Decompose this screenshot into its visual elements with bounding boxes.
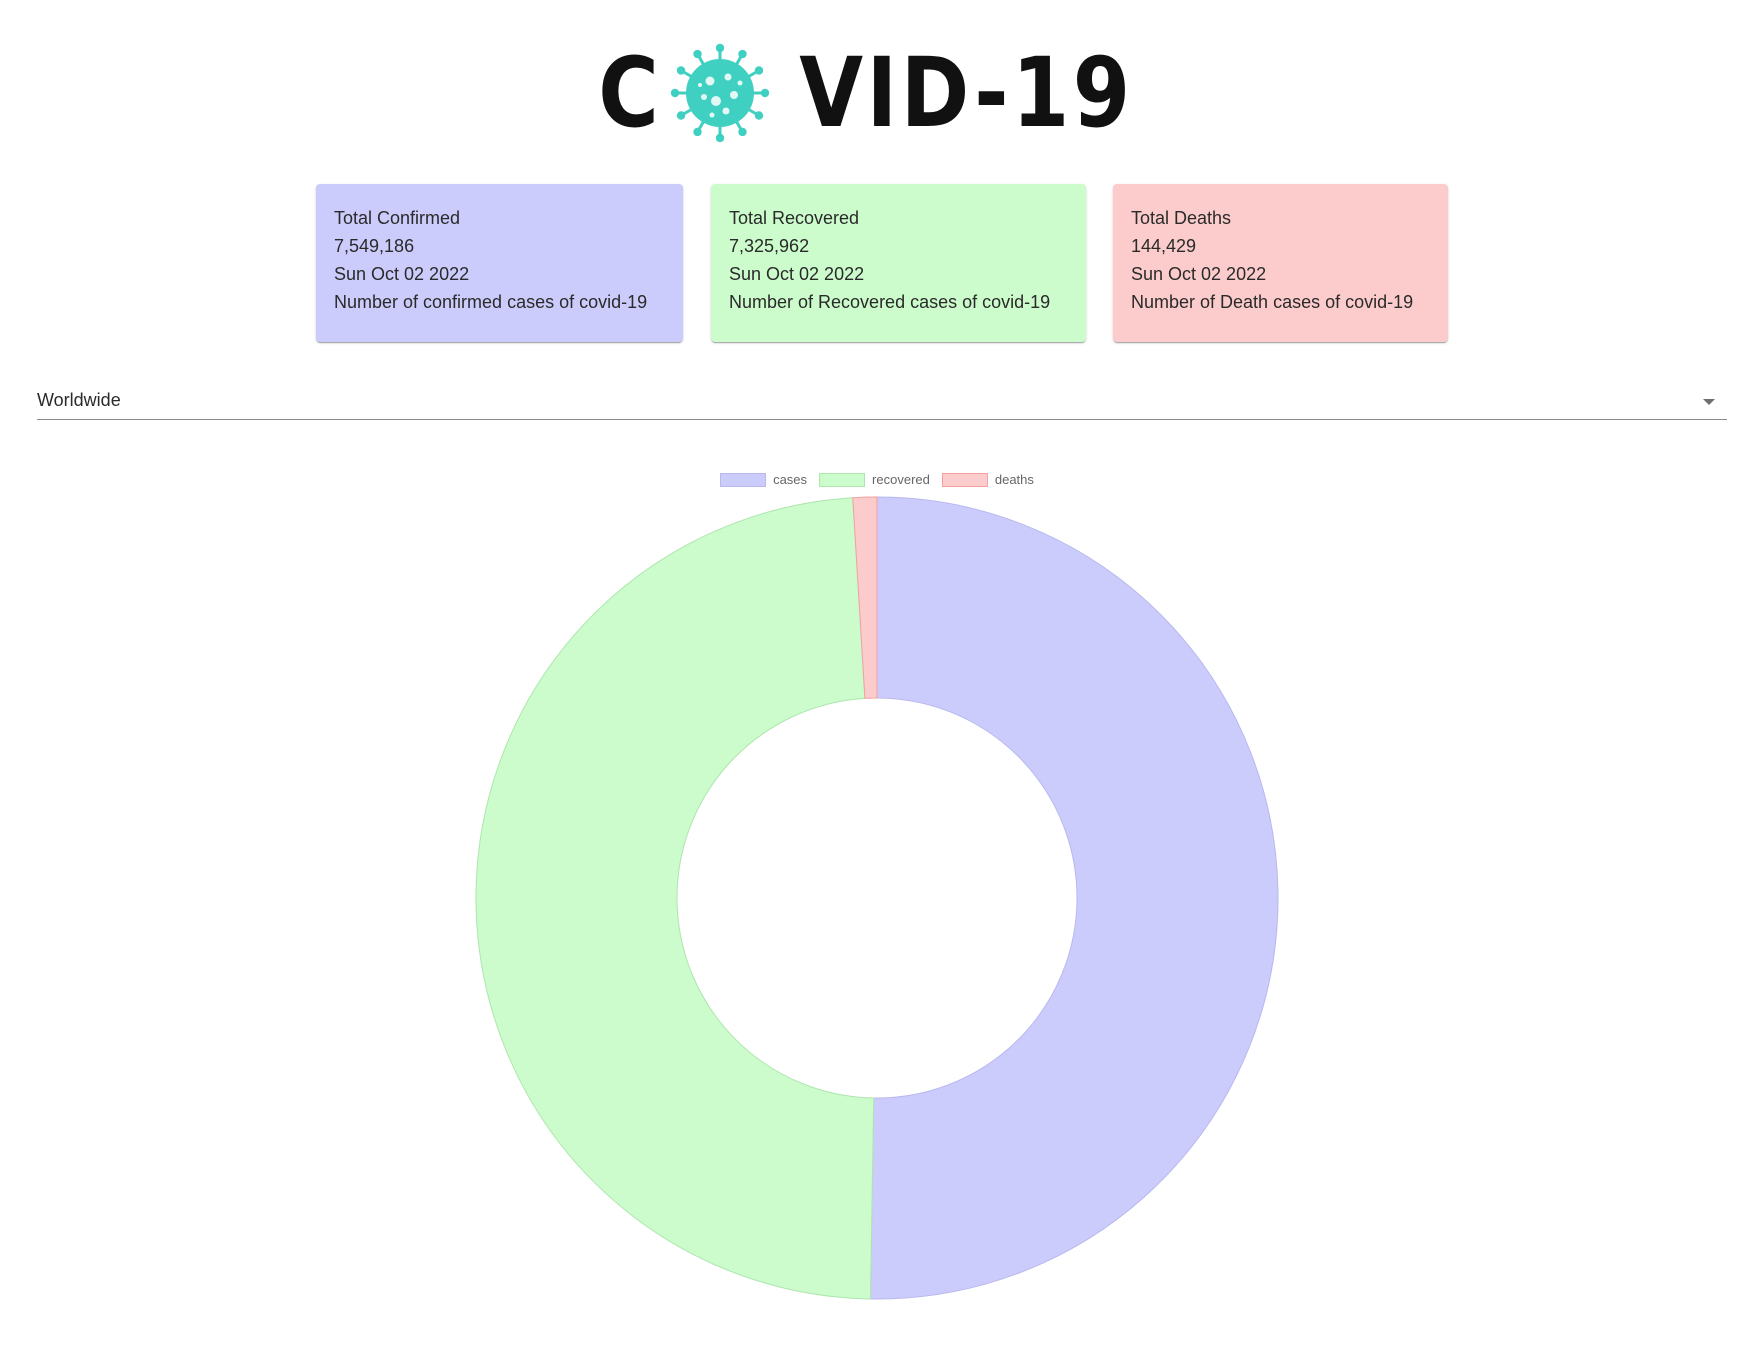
virus-spike-tip [738,49,747,59]
country-select[interactable]: Worldwide [37,384,1727,420]
virus-spike-tip [715,43,724,53]
logo-text-right: VID-19 [798,37,1134,149]
virus-spike-tip [754,111,763,120]
card-description: Number of Recovered cases of covid-19 [729,292,1051,312]
deaths-card: Total Deaths 144,429 Sun Oct 02 2022 Num… [1113,184,1448,342]
card-value: 7,549,186 [334,236,415,256]
card-date: Sun Oct 02 2022 [729,264,865,284]
card-title: Total Recovered [729,208,860,228]
virus-spike-tip [670,88,679,98]
virus-spike-tip [693,127,702,137]
confirmed-card: Total Confirmed 7,549,186 Sun Oct 02 202… [316,184,683,342]
covid-logo: C VID-19 [0,38,1754,148]
doughnut-chart-svg [475,496,1279,1300]
doughnut-slice-recovered[interactable] [475,497,875,1300]
chevron-down-icon[interactable] [1703,399,1715,405]
coronavirus-icon [670,43,769,143]
logo-text-left: C [598,37,663,149]
card-description: Number of Death cases of covid-19 [1131,292,1414,312]
virus-spike-tip [715,133,724,143]
card-value: 144,429 [1131,236,1197,256]
virus-spike-tip [738,127,747,137]
stats-cards: Total Confirmed 7,549,186 Sun Oct 02 202… [0,184,1754,344]
card-value: 7,325,962 [729,236,810,256]
virus-spike-tip [760,88,769,98]
recovered-card: Total Recovered 7,325,962 Sun Oct 02 202… [711,184,1086,342]
virus-spike-tip [676,66,685,75]
virus-spike-tip [754,66,763,75]
country-select-value: Worldwide [37,390,121,410]
doughnut-slice-cases[interactable] [869,496,1279,1300]
card-title: Total Deaths [1131,208,1232,228]
card-description: Number of confirmed cases of covid-19 [334,292,648,312]
card-title: Total Confirmed [334,208,461,228]
card-date: Sun Oct 02 2022 [334,264,470,284]
card-date: Sun Oct 02 2022 [1131,264,1267,284]
doughnut-chart: cases recovered deaths [0,462,1754,1322]
virus-spike-tip [676,111,685,120]
virus-spike-tip [693,49,702,59]
